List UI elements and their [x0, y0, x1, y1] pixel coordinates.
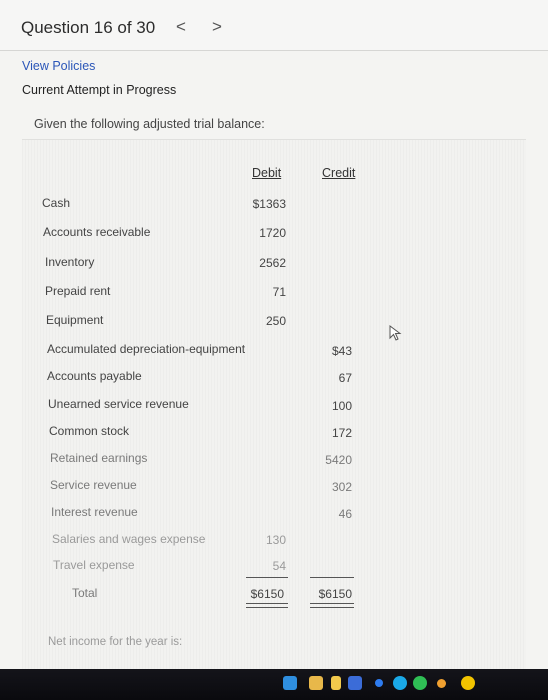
folder-icon[interactable] — [309, 676, 323, 690]
next-question-button[interactable]: > — [212, 17, 222, 37]
attempt-status: Current Attempt in Progress — [22, 83, 177, 97]
debit-double-rule — [246, 603, 288, 608]
debit-value: 54 — [272, 559, 286, 573]
credit-double-rule — [310, 603, 354, 608]
net-income-question: Net income for the year is: — [48, 636, 183, 648]
previous-question-button[interactable]: < — [176, 17, 186, 37]
account-label: Accounts payable — [47, 369, 142, 383]
store-icon[interactable] — [331, 676, 341, 690]
blue-app-icon[interactable] — [375, 679, 383, 687]
debit-value: 71 — [272, 285, 286, 299]
credit-column-header: Credit — [322, 166, 356, 180]
debit-value: 250 — [265, 314, 286, 328]
orange-app-icon[interactable] — [437, 679, 446, 688]
app-icon[interactable] — [348, 676, 362, 690]
view-policies-link[interactable]: View Policies — [22, 59, 95, 73]
account-label: Salaries and wages expense — [52, 532, 206, 546]
credit-value: $43 — [331, 344, 352, 358]
total-label: Total — [72, 586, 98, 600]
debit-total-rule — [246, 577, 288, 578]
debit-value: 130 — [265, 533, 286, 547]
yellow-app-icon[interactable] — [461, 676, 475, 690]
question-counter: Question 16 of 30 — [21, 18, 156, 37]
credit-value: 67 — [338, 371, 352, 385]
debit-column-header: Debit — [252, 166, 282, 180]
account-label: Accounts receivable — [43, 225, 151, 239]
total-credit-value: $6150 — [318, 587, 352, 601]
screen: Question 16 of 30 < > View Policies Curr… — [0, 0, 548, 700]
mouse-pointer-icon — [389, 325, 402, 341]
account-label: Inventory — [45, 255, 95, 269]
credit-value: 46 — [338, 507, 352, 521]
debit-value: $1363 — [252, 197, 286, 211]
credit-value: 302 — [331, 480, 352, 494]
account-label: Service revenue — [50, 478, 137, 492]
account-label: Equipment — [46, 313, 104, 327]
credit-value: 100 — [331, 399, 352, 413]
question-header: Question 16 of 30 < > — [0, 0, 548, 51]
chrome-icon[interactable] — [393, 676, 407, 690]
account-label: Retained earnings — [50, 451, 148, 465]
account-label: Travel expense — [53, 558, 135, 572]
account-label: Prepaid rent — [45, 284, 111, 298]
credit-value: 5420 — [325, 453, 352, 467]
green-app-icon[interactable] — [413, 676, 427, 690]
credit-value: 172 — [331, 426, 352, 440]
account-label: Common stock — [49, 424, 130, 438]
windows-start-icon[interactable] — [283, 676, 297, 690]
question-intro: Given the following adjusted trial balan… — [34, 117, 265, 131]
account-label: Cash — [42, 196, 71, 210]
debit-value: 1720 — [259, 226, 286, 240]
total-debit-value: $6150 — [250, 587, 284, 601]
account-label: Unearned service revenue — [48, 397, 189, 411]
debit-value: 2562 — [259, 256, 286, 270]
account-label: Accumulated depreciation-equipment — [47, 342, 246, 356]
account-label: Interest revenue — [51, 505, 138, 519]
credit-total-rule — [310, 577, 354, 578]
